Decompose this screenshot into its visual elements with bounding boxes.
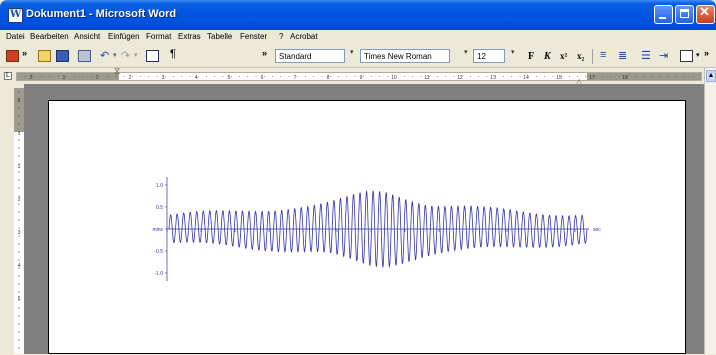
y-tick-label: -1.0	[154, 271, 163, 277]
italic-button[interactable]: K	[544, 51, 551, 62]
word-app-icon[interactable]: W	[8, 8, 23, 23]
window-title: Dokument1 - Microsoft Word	[26, 8, 177, 20]
numbered-list-icon[interactable]: ☰	[641, 49, 651, 62]
menu-ansicht[interactable]: Ansicht	[74, 32, 100, 41]
menu-einfuegen[interactable]: Einfügen	[108, 32, 140, 41]
ruler-label: 1	[63, 75, 66, 80]
ruler-label: 15	[556, 75, 562, 80]
ruler-label: 2	[129, 75, 132, 80]
font-value: Times New Roman	[364, 52, 432, 61]
vruler-label: 2	[18, 197, 21, 203]
menu-help[interactable]: ?	[279, 32, 283, 41]
style-value: Standard	[279, 52, 312, 61]
toolbar-overflow-icon-3[interactable]: »	[704, 48, 709, 58]
size-value: 12	[477, 52, 486, 61]
toolbar: » ↶ ▾ ↷ ▾ ¶ » Standard ▾ Times New Roman…	[0, 45, 716, 68]
vruler-label: 5	[18, 296, 21, 302]
menu-extras[interactable]: Extras	[178, 32, 201, 41]
align-left-icon[interactable]: ≡	[600, 49, 606, 61]
undo-dropdown-icon[interactable]: ▾	[113, 51, 117, 59]
font-select[interactable]: Times New Roman	[360, 49, 450, 63]
ruler-label: 7	[294, 75, 297, 80]
menu-tabelle[interactable]: Tabelle	[207, 32, 232, 41]
save-icon[interactable]	[56, 50, 69, 62]
size-dropdown-icon[interactable]: ▾	[511, 48, 515, 56]
ruler-label: 10	[391, 75, 397, 80]
redo-dropdown-icon[interactable]: ▾	[134, 51, 138, 59]
border-dropdown-icon[interactable]: ▾	[696, 51, 700, 59]
close-icon: ✕	[699, 4, 710, 19]
maximize-button[interactable]	[675, 5, 694, 24]
vruler-label: 4	[18, 263, 21, 269]
ruler-label: 13	[490, 75, 496, 80]
y-tick-label: -0.5	[154, 249, 163, 255]
ruler-label: 8	[327, 75, 330, 80]
menu-fenster[interactable]: Fenster	[240, 32, 267, 41]
pilcrow-icon[interactable]: ¶	[170, 48, 176, 60]
vertical-scrollbar[interactable]: ▲	[704, 68, 716, 354]
y-tick-label: 1.0	[156, 183, 163, 189]
tab-selector-icon[interactable]: L	[4, 72, 12, 80]
ruler-label: 9	[360, 75, 363, 80]
table-frame-icon[interactable]	[146, 50, 159, 62]
ruler-label: 14	[523, 75, 529, 80]
document-page[interactable]: 1.0 0.5 mins -0.5 -1.0 sec	[48, 100, 686, 354]
style-select[interactable]: Standard	[275, 49, 345, 63]
menu-bar: Datei Bearbeiten Ansicht Einfügen Format…	[0, 30, 716, 44]
minimize-button[interactable]	[654, 5, 673, 24]
menu-bearbeiten[interactable]: Bearbeiten	[30, 32, 69, 41]
ruler-label: 2	[30, 75, 33, 80]
menu-datei[interactable]: Datei	[6, 32, 25, 41]
redo-icon[interactable]: ↷	[121, 49, 130, 62]
menu-acrobat[interactable]: Acrobat	[290, 32, 318, 41]
ruler-label: 6	[261, 75, 264, 80]
align-justify-icon[interactable]: ≣	[618, 49, 627, 62]
ruler-label: 12	[457, 75, 463, 80]
pdf-icon[interactable]	[6, 50, 19, 62]
indent-marker-icon[interactable]: ⧖	[114, 66, 120, 77]
toolbar-overflow-icon[interactable]: »	[22, 48, 27, 58]
menu-format[interactable]: Format	[146, 32, 171, 41]
vruler-label: 1	[18, 131, 21, 137]
print-icon[interactable]	[78, 50, 91, 62]
vruler-label: 2	[18, 98, 21, 104]
y-tick-label: mins	[152, 227, 163, 233]
vruler-label: 3	[18, 230, 21, 236]
ruler-label: 4	[195, 75, 198, 80]
font-dropdown-icon[interactable]: ▾	[464, 48, 468, 56]
y-tick-label: 0.5	[156, 205, 163, 211]
ruler-label: 3	[162, 75, 165, 80]
close-button[interactable]: ✕	[696, 4, 715, 24]
ruler-label: 17	[589, 75, 595, 80]
x-unit-label: sec	[593, 227, 601, 233]
vruler-ticks: 2 1 1 2 3 4 5	[18, 91, 21, 349]
ruler-label: 18	[622, 75, 628, 80]
open-folder-icon[interactable]	[38, 50, 51, 62]
style-dropdown-icon[interactable]: ▾	[350, 48, 354, 56]
separator	[592, 49, 593, 64]
scroll-up-button[interactable]: ▲	[706, 70, 716, 82]
ruler-label: 5	[228, 75, 231, 80]
vruler-label: 1	[18, 164, 21, 170]
border-icon[interactable]	[680, 50, 693, 62]
indent-icon[interactable]: ⇥	[659, 49, 668, 62]
ruler-label: 1	[96, 75, 99, 80]
waveform-chart[interactable]: 1.0 0.5 mins -0.5 -1.0 sec	[49, 101, 687, 355]
bold-button[interactable]: F	[528, 51, 534, 62]
superscript-icon[interactable]: x²	[560, 51, 567, 61]
undo-icon[interactable]: ↶	[100, 49, 109, 62]
ruler-label: 11	[424, 75, 429, 80]
toolbar-overflow-icon-2[interactable]: »	[262, 48, 267, 58]
size-select[interactable]: 12	[473, 49, 505, 63]
subscript-icon[interactable]: x₂	[577, 51, 584, 61]
